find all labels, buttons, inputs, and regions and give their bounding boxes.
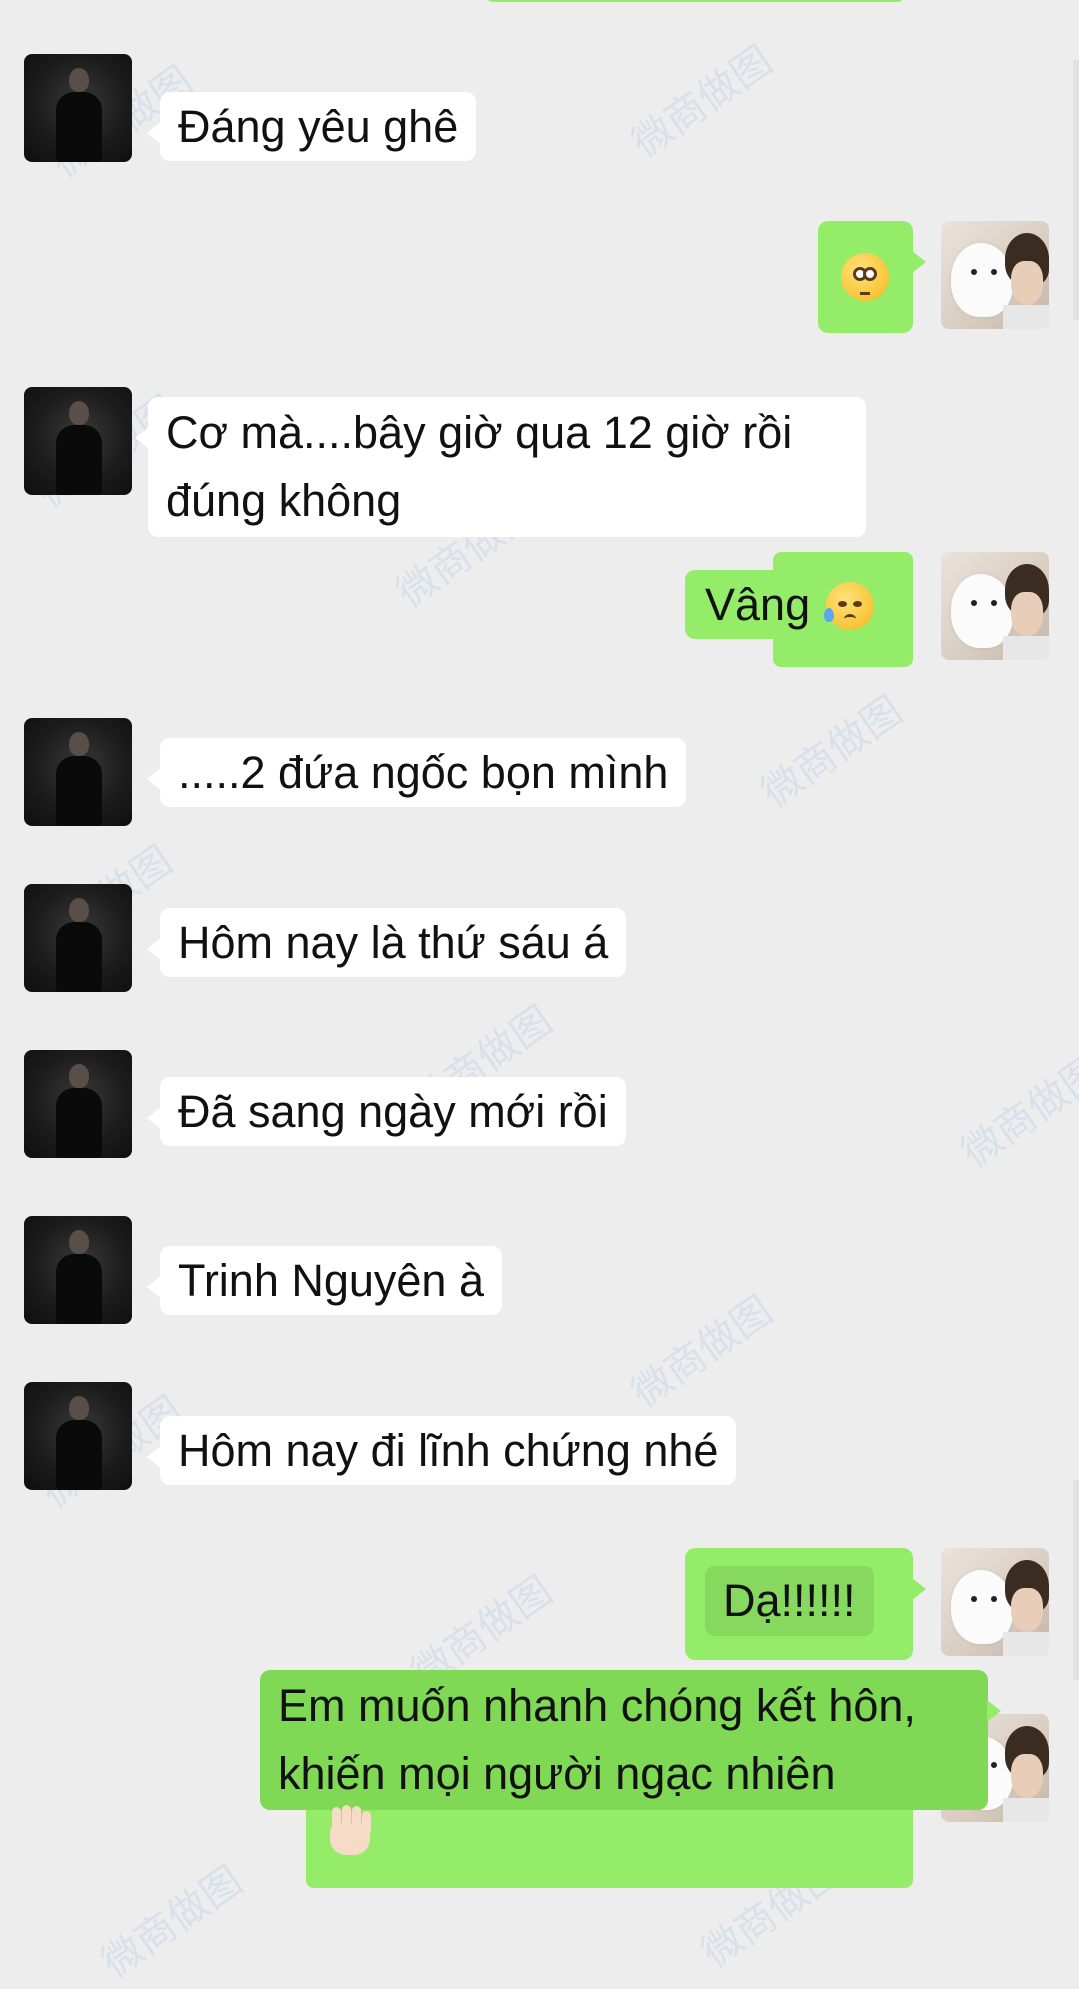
self-avatar[interactable]	[941, 552, 1049, 660]
message-text-line: Em muốn nhanh chóng kết hôn,	[278, 1680, 916, 1731]
contact-avatar[interactable]	[24, 884, 132, 992]
self-avatar[interactable]	[941, 221, 1049, 329]
contact-avatar[interactable]	[24, 1050, 132, 1158]
incoming-message-bubble[interactable]: Cơ mà....bây giờ qua 12 giờ rồi đúng khô…	[135, 397, 866, 537]
watermark-text: 微商做图	[753, 687, 912, 818]
edge-shadow	[1073, 60, 1079, 320]
contact-avatar[interactable]	[24, 718, 132, 826]
contact-avatar[interactable]	[24, 54, 132, 162]
flushed-face-icon	[841, 253, 889, 301]
incoming-message-bubble[interactable]: Hôm nay đi lĩnh chứng nhé	[146, 1416, 737, 1485]
message-text: .....2 đứa ngốc bọn mình	[178, 747, 669, 798]
previous-message-bubble	[485, 0, 905, 2]
watermark-text: 微商做图	[93, 1857, 252, 1988]
contact-avatar[interactable]	[24, 1216, 132, 1324]
message-text: Trinh Nguyên à	[178, 1255, 484, 1306]
message-text-line: khiến mọi người ngạc nhiên	[278, 1748, 836, 1799]
watermark-text: 微商做图	[623, 37, 782, 168]
message-text: Vâng	[705, 579, 811, 630]
outgoing-message-bubble[interactable]: Dạ!!!!!!	[685, 1548, 926, 1660]
incoming-message-bubble[interactable]: .....2 đứa ngốc bọn mình	[146, 738, 687, 807]
message-text-line: Cơ mà....bây giờ qua 12 giờ rồi	[166, 407, 793, 458]
incoming-message-bubble[interactable]: Hôm nay là thứ sáu á	[146, 908, 627, 977]
outgoing-message-bubble[interactable]: Vâng	[685, 570, 910, 639]
sad-sweat-face-icon	[824, 582, 875, 630]
watermark-text: 微商做图	[953, 1047, 1079, 1178]
message-text: Dạ!!!!!!	[705, 1566, 874, 1636]
message-text: Đáng yêu ghê	[178, 101, 459, 152]
message-text-line: đúng không	[166, 475, 402, 526]
message-text: Hôm nay là thứ sáu á	[178, 917, 609, 968]
outgoing-message-bubble[interactable]: Em muốn nhanh chóng kết hôn, khiến mọi n…	[260, 1670, 1001, 1810]
outgoing-message-bubble[interactable]	[818, 221, 926, 333]
raised-hand-icon	[324, 1805, 376, 1857]
self-avatar[interactable]	[941, 1548, 1049, 1656]
incoming-message-bubble[interactable]: Trinh Nguyên à	[147, 1246, 502, 1315]
contact-avatar[interactable]	[24, 1382, 132, 1490]
message-text: Đã sang ngày mới rồi	[178, 1086, 608, 1137]
incoming-message-bubble[interactable]: Đã sang ngày mới rồi	[147, 1077, 626, 1146]
contact-avatar[interactable]	[24, 387, 132, 495]
incoming-message-bubble[interactable]: Đáng yêu ghê	[146, 92, 477, 161]
edge-shadow	[1073, 1480, 1079, 1680]
watermark-text: 微商做图	[623, 1287, 782, 1418]
message-text: Hôm nay đi lĩnh chứng nhé	[178, 1425, 719, 1476]
